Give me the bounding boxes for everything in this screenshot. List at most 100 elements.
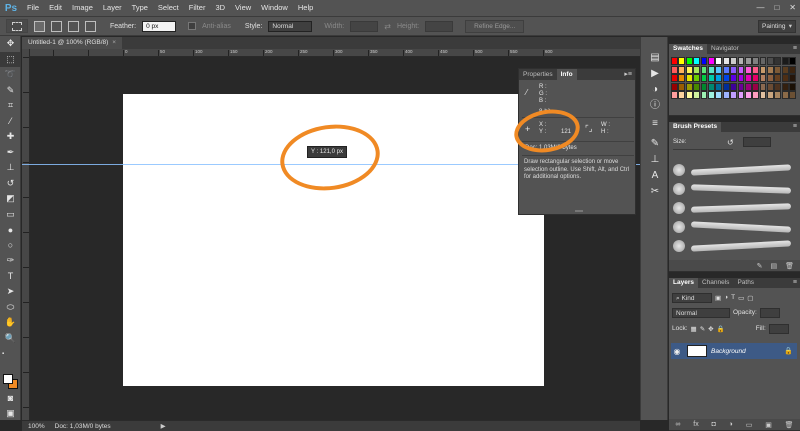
link-icon[interactable]: ∞	[675, 421, 680, 428]
color-swatch[interactable]	[774, 65, 782, 74]
rect-marquee-tool-icon[interactable]: ⬚	[0, 51, 21, 67]
adjustment-icon[interactable]: ◑	[729, 421, 733, 428]
color-swatch[interactable]	[759, 57, 767, 65]
color-swatch[interactable]	[685, 91, 693, 100]
color-swatch[interactable]	[685, 65, 693, 74]
color-swatch[interactable]	[722, 57, 730, 65]
close-button[interactable]: ✕	[789, 3, 796, 12]
refine-edge-button[interactable]: Refine Edge...	[465, 19, 525, 33]
clone-source-icon[interactable]: ⊥	[648, 153, 662, 166]
color-swatch[interactable]	[722, 91, 730, 100]
adjustments-icon[interactable]: ◑	[648, 83, 662, 96]
brush-preset-dot[interactable]	[673, 240, 685, 252]
tab-properties[interactable]: Properties	[519, 69, 557, 80]
quick-select-tool-icon[interactable]: ✎	[0, 83, 21, 99]
color-swatch[interactable]	[730, 82, 737, 91]
color-swatch[interactable]	[671, 82, 678, 91]
color-swatch[interactable]	[752, 91, 760, 100]
feather-input[interactable]: 0 px	[142, 20, 177, 32]
color-swatch[interactable]	[722, 82, 730, 91]
color-swatch[interactable]	[752, 74, 760, 83]
height-input[interactable]	[425, 20, 454, 32]
color-swatch[interactable]	[700, 74, 708, 83]
color-swatch[interactable]	[730, 57, 737, 65]
color-swatch[interactable]	[715, 82, 723, 91]
actions-icon[interactable]: ▶	[648, 67, 662, 80]
color-swatch[interactable]	[789, 65, 797, 74]
tab-brush-presets[interactable]: Brush Presets	[669, 122, 722, 132]
color-swatch[interactable]	[774, 82, 782, 91]
color-swatch[interactable]	[781, 74, 789, 83]
hand-tool-icon[interactable]: ✋	[0, 315, 21, 331]
color-swatch[interactable]	[744, 82, 752, 91]
color-swatch[interactable]	[678, 65, 686, 74]
color-swatch[interactable]	[767, 65, 774, 74]
type-tool-icon[interactable]: T	[0, 269, 21, 285]
color-swatch[interactable]	[693, 74, 700, 83]
panel-menu-icon[interactable]: ≡	[793, 278, 797, 288]
resize-grip[interactable]	[575, 210, 583, 212]
color-swatch[interactable]	[671, 91, 678, 100]
maximize-button[interactable]: □	[774, 3, 779, 12]
zoom-tool-icon[interactable]: 🔍	[0, 331, 21, 347]
tab-paths[interactable]: Paths	[733, 278, 758, 288]
ellipse-tool-icon[interactable]: ⬭	[0, 300, 21, 316]
tab-channels[interactable]: Channels	[698, 278, 733, 288]
dodge-tool-icon[interactable]: ○	[0, 238, 21, 254]
color-swatch[interactable]	[789, 91, 797, 100]
menu-select[interactable]: Select	[153, 0, 184, 16]
color-swatch[interactable]	[707, 57, 715, 65]
history-icon[interactable]: ▤	[648, 51, 662, 64]
color-swatch[interactable]	[715, 91, 723, 100]
menu-window[interactable]: Window	[256, 0, 293, 16]
color-swatch[interactable]	[715, 65, 723, 74]
menu-edit[interactable]: Edit	[44, 0, 67, 16]
fx-icon[interactable]: fx	[693, 421, 698, 428]
filter-type-icon[interactable]: T	[731, 294, 735, 301]
vertical-ruler[interactable]	[22, 49, 30, 420]
color-swatch[interactable]	[722, 65, 730, 74]
color-swatch[interactable]	[700, 82, 708, 91]
color-swatch[interactable]	[744, 74, 752, 83]
color-swatch[interactable]	[700, 57, 708, 65]
mask-icon[interactable]: ◘	[712, 421, 716, 428]
menu-filter[interactable]: Filter	[184, 0, 211, 16]
history-brush-tool-icon[interactable]: ↺	[0, 176, 21, 192]
subtract-selection-icon[interactable]	[68, 20, 79, 32]
color-swatch[interactable]	[781, 65, 789, 74]
filter-adjust-icon[interactable]: ◑	[724, 294, 728, 301]
color-swatch[interactable]	[737, 57, 745, 65]
reset-icon[interactable]: ↺	[727, 138, 734, 147]
toggle-brush-panel-icon[interactable]: ✎	[757, 262, 763, 270]
lock-paint-icon[interactable]: ✎	[700, 325, 705, 333]
opacity-input[interactable]	[759, 307, 780, 318]
color-swatch[interactable]	[707, 74, 715, 83]
lock-all-icon[interactable]: 🔒	[717, 325, 725, 333]
color-swatch[interactable]	[678, 91, 686, 100]
brush-preset-dot[interactable]	[673, 221, 685, 233]
color-swatch[interactable]	[752, 82, 760, 91]
color-swatch[interactable]	[700, 65, 708, 74]
menu-help[interactable]: Help	[293, 0, 318, 16]
brush-panel-icon[interactable]: ✎	[648, 137, 662, 150]
color-swatch[interactable]	[752, 65, 760, 74]
zoom-level[interactable]: 100%	[28, 423, 45, 430]
new-brush-icon[interactable]: ▤	[770, 262, 777, 270]
color-swatch[interactable]	[678, 57, 686, 65]
menu-file[interactable]: File	[22, 0, 44, 16]
info-icon[interactable]: ⓘ	[648, 99, 662, 112]
swatches-grid[interactable]	[671, 57, 797, 100]
width-input[interactable]	[350, 20, 379, 32]
workspace-select[interactable]: Painting	[758, 20, 796, 33]
color-swatch[interactable]	[707, 65, 715, 74]
folder-icon[interactable]: ▭	[746, 421, 753, 429]
color-swatch[interactable]	[744, 65, 752, 74]
lock-transparent-icon[interactable]: ▦	[691, 325, 697, 333]
color-swatch[interactable]	[678, 82, 686, 91]
color-swatch[interactable]	[671, 57, 678, 65]
document-tab[interactable]: Untitled-1 @ 100% (RGB/8) ×	[22, 37, 123, 49]
kind-filter-select[interactable]: ⌕ Kind	[672, 292, 712, 303]
character-icon[interactable]: A	[648, 169, 662, 182]
color-swatch[interactable]	[715, 74, 723, 83]
color-swatch[interactable]	[767, 91, 774, 100]
